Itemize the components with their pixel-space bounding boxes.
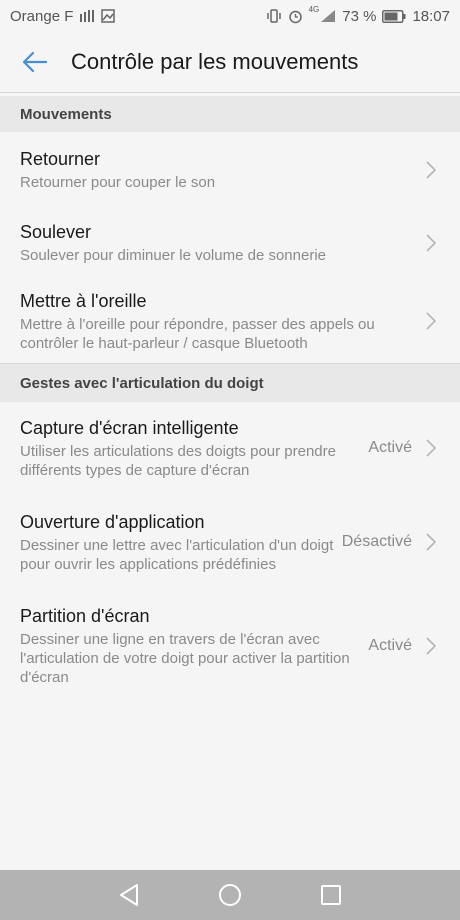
setting-row-soulever[interactable]: Soulever Soulever pour diminuer le volum… (0, 206, 460, 279)
setting-description: Mettre à l'oreille pour répondre, passer… (20, 315, 375, 352)
setting-title: Soulever (20, 221, 92, 242)
section-header-gestes: Gestes avec l'articulation du doigt (0, 364, 460, 402)
setting-row-partition-ecran[interactable]: Partition d'écran Dessiner une ligne en … (0, 596, 460, 696)
setting-title: Partition d'écran (20, 606, 150, 626)
status-value: Désactivé (341, 533, 412, 550)
setting-description: Retourner pour couper le son (20, 173, 216, 191)
triangle-back-icon (119, 884, 138, 906)
chevron-right-icon (420, 637, 442, 655)
navigation-bar (0, 870, 460, 920)
nav-home-button[interactable] (210, 875, 250, 915)
page-title: Contrôle par les mouvements (71, 49, 359, 74)
status-value: Activé (368, 637, 412, 654)
alarm-icon (288, 9, 303, 24)
setting-row-ouverture-application[interactable]: Ouverture d'application Dessiner une let… (0, 492, 460, 592)
signal-4g-icon: 4G (309, 5, 337, 23)
chevron-right-icon (420, 533, 442, 551)
setting-description: Dessiner une ligne en travers de l'écran… (20, 631, 350, 686)
sim-signal-icon (79, 9, 95, 23)
setting-row-capture-ecran-intelligente[interactable]: Capture d'écran intelligente Utiliser le… (0, 404, 460, 492)
setting-title: Capture d'écran intelligente (20, 417, 239, 438)
status-bar: Orange F 4G 73 % 18:07 (0, 0, 460, 32)
circle-home-icon (218, 884, 241, 906)
image-notification-icon (101, 9, 116, 23)
nav-recents-button[interactable] (311, 875, 351, 915)
back-button[interactable] (5, 32, 65, 93)
chevron-right-icon (420, 312, 442, 330)
chevron-right-icon (420, 160, 442, 179)
chevron-right-icon (420, 439, 442, 457)
carrier-name: Orange F (10, 7, 74, 25)
app-bar: Contrôle par les mouvements (0, 32, 460, 93)
battery-percent: 73 % (342, 7, 377, 25)
nav-back-button[interactable] (109, 875, 149, 915)
setting-title: Ouverture d'application (20, 511, 205, 532)
setting-row-mettre-a-l-oreille[interactable]: Mettre à l'oreille Mettre à l'oreille po… (0, 279, 460, 363)
setting-description: Soulever pour diminuer le volume de sonn… (20, 246, 327, 264)
battery-icon (382, 9, 406, 23)
arrow-left-icon (22, 51, 48, 73)
setting-title: Mettre à l'oreille (20, 290, 147, 311)
clock: 18:07 (412, 7, 450, 25)
chevron-right-icon (420, 233, 442, 252)
section-header-mouvements: Mouvements (0, 96, 460, 132)
setting-title: Retourner (20, 148, 101, 169)
status-value: Activé (368, 439, 412, 456)
network-type: 4G (308, 5, 320, 14)
setting-description: Utiliser les articulations des doigts po… (20, 442, 336, 479)
setting-description: Dessiner une lettre avec l'articulation … (20, 536, 334, 573)
setting-row-retourner[interactable]: Retourner Retourner pour couper le son (0, 133, 460, 206)
vibrate-icon (266, 9, 282, 23)
square-recents-icon (321, 885, 342, 905)
